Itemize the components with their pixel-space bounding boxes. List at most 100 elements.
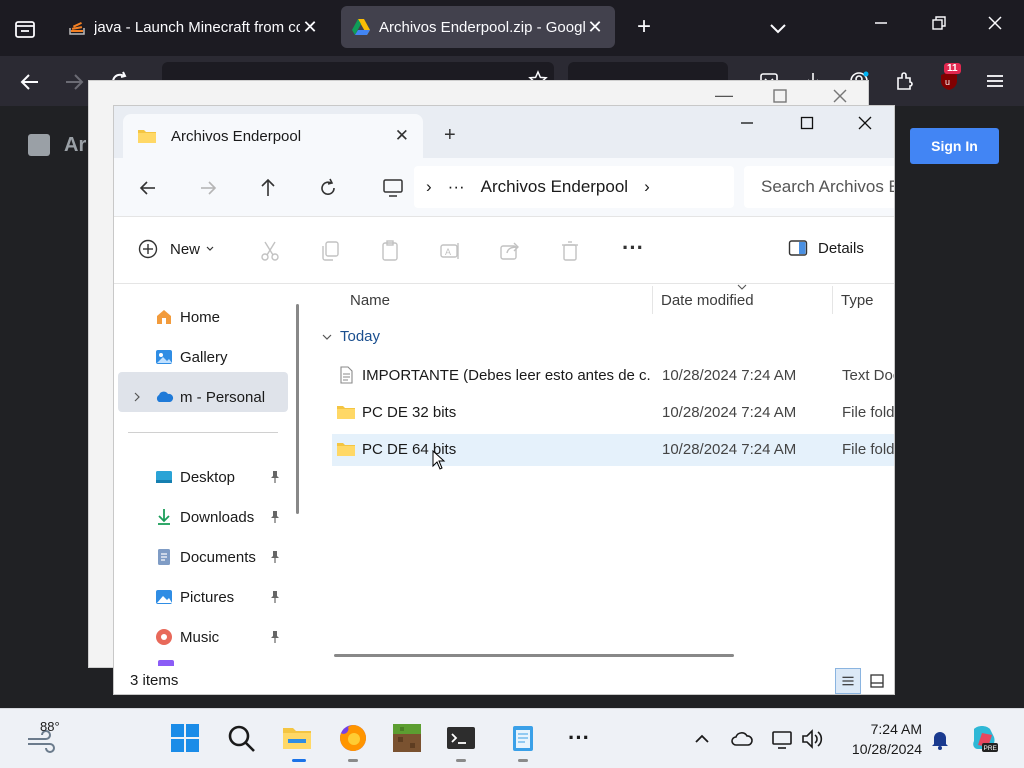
nav-item-home[interactable]: Home: [154, 304, 220, 330]
minimize-button[interactable]: [732, 114, 762, 144]
browser-tab-stackoverflow[interactable]: java - Launch Minecraft from co ✕: [58, 6, 330, 48]
delete-icon[interactable]: [558, 239, 582, 263]
nav-item-desktop[interactable]: Desktop: [154, 464, 235, 490]
extensions-icon[interactable]: [894, 70, 916, 92]
nav-label: Home: [180, 308, 221, 326]
close-tab-icon[interactable]: ✕: [585, 17, 605, 38]
file-type: Text Doc: [842, 367, 895, 384]
share-icon[interactable]: [498, 239, 522, 263]
nav-scrollbar[interactable]: [296, 304, 299, 514]
chevron-up-icon[interactable]: [690, 727, 714, 751]
nav-item-onedrive-personal[interactable]: m - Personal: [132, 384, 265, 410]
column-header-date[interactable]: Date modified: [661, 292, 754, 309]
chevron-down-icon[interactable]: [766, 16, 790, 40]
nav-item-documents[interactable]: Documents: [154, 544, 256, 570]
back-arrow-icon[interactable]: [16, 68, 44, 96]
onedrive-tray-icon[interactable]: [730, 727, 754, 751]
details-pane-button[interactable]: Details: [788, 239, 864, 257]
file-row-selected[interactable]: PC DE 64 bits 10/28/2024 7:24 AM File fo…: [332, 434, 895, 466]
chevron-right-icon[interactable]: ›: [644, 177, 650, 197]
nav-item-gallery[interactable]: Gallery: [154, 344, 228, 370]
pin-icon[interactable]: [268, 510, 282, 524]
search-icon[interactable]: [224, 721, 258, 755]
copilot-icon[interactable]: PRE: [968, 723, 1000, 755]
sign-in-button[interactable]: Sign In: [910, 128, 999, 164]
pin-icon[interactable]: [268, 590, 282, 604]
minimize-icon[interactable]: —: [715, 85, 733, 106]
file-explorer-icon[interactable]: [280, 721, 314, 755]
new-button[interactable]: New: [138, 239, 214, 259]
more-apps-button[interactable]: ···: [562, 725, 596, 759]
minecraft-icon[interactable]: [390, 721, 424, 755]
windows-start-icon[interactable]: [168, 721, 202, 755]
network-icon[interactable]: [770, 727, 794, 751]
notification-bell-icon[interactable]: [928, 727, 952, 751]
notepad-icon[interactable]: [506, 721, 540, 755]
nav-label: Desktop: [180, 468, 236, 486]
nav-item-pictures[interactable]: Pictures: [154, 584, 234, 610]
group-label: Today: [340, 328, 381, 345]
column-header-name[interactable]: Name: [350, 292, 390, 309]
close-icon[interactable]: [833, 89, 847, 103]
column-divider[interactable]: [832, 286, 833, 314]
pin-icon[interactable]: [268, 630, 282, 644]
taskbar-clock[interactable]: 7:24 AM 10/28/2024: [836, 719, 922, 759]
explorer-titlebar: Archivos Enderpool ✕ +: [114, 106, 894, 158]
chevron-right-icon[interactable]: ›: [426, 177, 432, 197]
breadcrumb-overflow[interactable]: ···: [448, 177, 465, 197]
close-tab-icon[interactable]: ✕: [300, 17, 320, 38]
file-row[interactable]: PC DE 32 bits 10/28/2024 7:24 AM File fo…: [332, 397, 894, 429]
tab-title: java - Launch Minecraft from co: [94, 18, 300, 36]
refresh-icon[interactable]: [314, 174, 342, 202]
active-app-indicator: [292, 759, 306, 762]
paste-icon[interactable]: [378, 239, 402, 263]
close-window-button[interactable]: [980, 14, 1010, 42]
maximize-icon[interactable]: [773, 89, 787, 103]
nav-item-downloads[interactable]: Downloads: [154, 504, 254, 530]
new-tab-button[interactable]: +: [444, 124, 456, 147]
restore-button[interactable]: [924, 14, 954, 42]
tiles-view-icon[interactable]: [864, 668, 890, 694]
cut-icon[interactable]: [258, 239, 282, 263]
details-view-icon[interactable]: [835, 668, 861, 694]
firefox-icon[interactable]: [336, 721, 370, 755]
copy-icon[interactable]: [318, 239, 342, 263]
rename-icon[interactable]: A: [438, 239, 462, 263]
sort-indicator-icon: [737, 284, 747, 290]
status-bar: 3 items: [114, 666, 894, 694]
google-drive-icon: [352, 19, 370, 35]
volume-icon[interactable]: [800, 727, 824, 751]
file-type: File folde: [842, 441, 895, 458]
item-count: 3 items: [130, 672, 179, 689]
column-header-type[interactable]: Type: [841, 292, 874, 309]
new-tab-button[interactable]: +: [632, 15, 656, 40]
browser-tab-google-drive[interactable]: Archivos Enderpool.zip - Googl ✕: [341, 6, 615, 48]
maximize-button[interactable]: [792, 114, 822, 144]
minimize-button[interactable]: [866, 14, 896, 42]
forward-arrow-icon[interactable]: [60, 68, 88, 96]
nav-item-music[interactable]: Music: [154, 624, 219, 650]
breadcrumb[interactable]: › ··· Archivos Enderpool ›: [414, 166, 734, 208]
forward-arrow-icon[interactable]: [194, 174, 222, 202]
pin-icon[interactable]: [268, 550, 282, 564]
explorer-search-input[interactable]: Search Archivos E: [744, 166, 894, 208]
this-pc-icon[interactable]: [382, 178, 404, 198]
nav-label: Documents: [180, 548, 256, 566]
file-row[interactable]: IMPORTANTE (Debes leer esto antes de c..…: [332, 360, 895, 392]
up-arrow-icon[interactable]: [254, 174, 282, 202]
back-arrow-icon[interactable]: [134, 174, 162, 202]
close-tab-icon[interactable]: ✕: [395, 126, 409, 146]
menu-icon[interactable]: [984, 70, 1006, 92]
pin-icon[interactable]: [268, 470, 282, 484]
tab-list-icon[interactable]: [12, 16, 38, 42]
horizontal-scrollbar[interactable]: [334, 654, 734, 657]
app-running-indicator: [348, 759, 358, 762]
breadcrumb-current[interactable]: Archivos Enderpool: [481, 177, 628, 197]
terminal-icon[interactable]: [444, 721, 478, 755]
group-header-today[interactable]: Today: [322, 328, 380, 345]
nav-label: m - Personal: [180, 388, 266, 406]
more-options-button[interactable]: ···: [622, 235, 652, 260]
column-divider[interactable]: [652, 286, 653, 314]
explorer-tab[interactable]: Archivos Enderpool ✕: [123, 114, 423, 158]
close-window-button[interactable]: [850, 114, 880, 144]
